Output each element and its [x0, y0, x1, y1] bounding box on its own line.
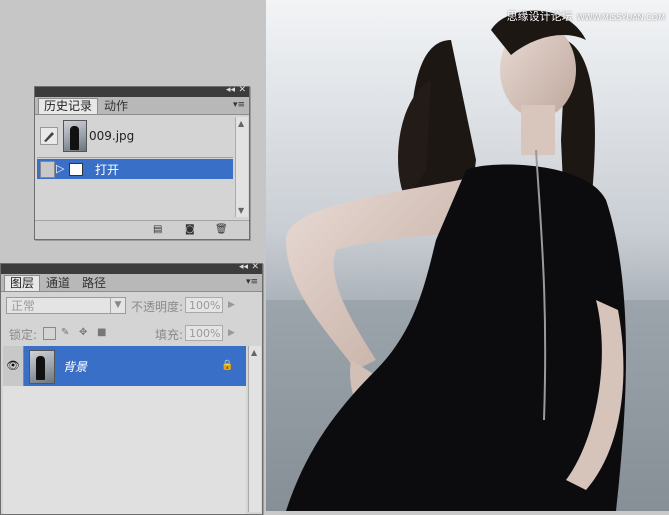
panel-titlebar[interactable]: ◂◂ ✕: [1, 262, 262, 274]
history-step-open[interactable]: ▷ 打开: [37, 159, 233, 179]
history-panel: ◂◂ ✕ 历史记录 动作 ▾≡ 009.jpg ▷ 打开 ▲ ▼ ▤ ◙ 🗑: [34, 85, 250, 240]
watermark-url: WWW.MISSYUAN.COM: [576, 13, 665, 22]
lock-image-brush-icon[interactable]: ✎: [61, 327, 72, 338]
panel-menu-icon[interactable]: ▾≡: [246, 277, 258, 287]
layers-panel: ◂◂ ✕ 图层 通道 路径 ▾≡ 正常 ▼ 不透明度: 100% ▶ 锁定: ✎…: [0, 262, 263, 515]
blend-row: 正常 ▼ 不透明度: 100% ▶: [1, 293, 262, 319]
layer-thumbnail: [29, 350, 55, 384]
eye-icon[interactable]: 👁: [3, 346, 24, 386]
trash-icon[interactable]: 🗑: [215, 224, 228, 235]
scroll-down-icon[interactable]: ▼: [238, 206, 244, 215]
opacity-label: 不透明度:: [131, 300, 184, 314]
photo-image: [266, 0, 669, 511]
layers-tabs: 图层 通道 路径 ▾≡: [1, 274, 262, 292]
new-document-from-state-icon[interactable]: ▤: [153, 224, 162, 235]
watermark: 思缘设计论坛 WWW.MISSYUAN.COM: [507, 8, 665, 24]
lock-all-icon[interactable]: ■: [97, 327, 108, 338]
chevron-down-icon: ▼: [110, 298, 125, 313]
panel-menu-icon[interactable]: ▾≡: [233, 100, 245, 110]
tab-history[interactable]: 历史记录: [38, 98, 99, 114]
fill-slider-arrow-icon[interactable]: ▶: [228, 328, 235, 338]
blend-mode-value: 正常: [11, 299, 36, 313]
tab-actions[interactable]: 动作: [99, 99, 133, 114]
lock-label: 锁定:: [9, 328, 38, 342]
snapshot-label: 009.jpg: [89, 129, 135, 143]
history-brush-source-icon[interactable]: [40, 127, 58, 145]
tab-paths[interactable]: 路径: [77, 276, 111, 291]
layers-scrollbar[interactable]: ▲: [248, 346, 261, 512]
layer-row-background[interactable]: 👁 背景 🔒: [3, 346, 246, 386]
history-snapshot[interactable]: 009.jpg: [37, 117, 231, 157]
scroll-up-icon[interactable]: ▲: [238, 119, 244, 128]
blend-mode-select[interactable]: 正常 ▼: [6, 297, 126, 314]
layer-name[interactable]: 背景: [63, 358, 87, 375]
snapshot-thumbnail: [63, 120, 87, 152]
collapse-icon[interactable]: ◂◂: [239, 262, 248, 272]
panel-titlebar[interactable]: ◂◂ ✕: [35, 85, 249, 97]
tab-channels[interactable]: 通道: [41, 276, 75, 291]
fill-input[interactable]: 100%: [185, 325, 223, 341]
history-step-label: 打开: [95, 163, 120, 177]
current-state-arrow-icon: ▷: [56, 162, 65, 175]
lock-transparent-icon[interactable]: [43, 327, 56, 340]
lock-icon: 🔒: [221, 360, 234, 371]
divider: [37, 157, 233, 158]
new-snapshot-icon[interactable]: ◙: [185, 224, 195, 235]
history-brush-checkbox[interactable]: [40, 161, 55, 178]
tab-layers[interactable]: 图层: [4, 275, 41, 291]
scroll-up-icon[interactable]: ▲: [251, 348, 257, 357]
document-icon: [69, 163, 83, 176]
canvas-photo: 思缘设计论坛 WWW.MISSYUAN.COM: [266, 0, 669, 511]
opacity-input[interactable]: 100%: [185, 297, 223, 313]
close-icon[interactable]: ✕: [251, 262, 259, 272]
watermark-brand: 思缘设计论坛: [506, 10, 573, 23]
history-scrollbar[interactable]: ▲ ▼: [235, 117, 248, 217]
lock-row: 锁定: ✎ ✥ ■ 填充: 100% ▶: [1, 320, 262, 346]
history-footer: ▤ ◙ 🗑: [35, 220, 249, 239]
close-icon[interactable]: ✕: [238, 85, 246, 95]
lock-position-move-icon[interactable]: ✥: [79, 327, 90, 338]
fill-label: 填充:: [155, 328, 184, 342]
opacity-slider-arrow-icon[interactable]: ▶: [228, 300, 235, 310]
collapse-icon[interactable]: ◂◂: [226, 85, 235, 95]
history-tabs: 历史记录 动作 ▾≡: [35, 97, 249, 115]
